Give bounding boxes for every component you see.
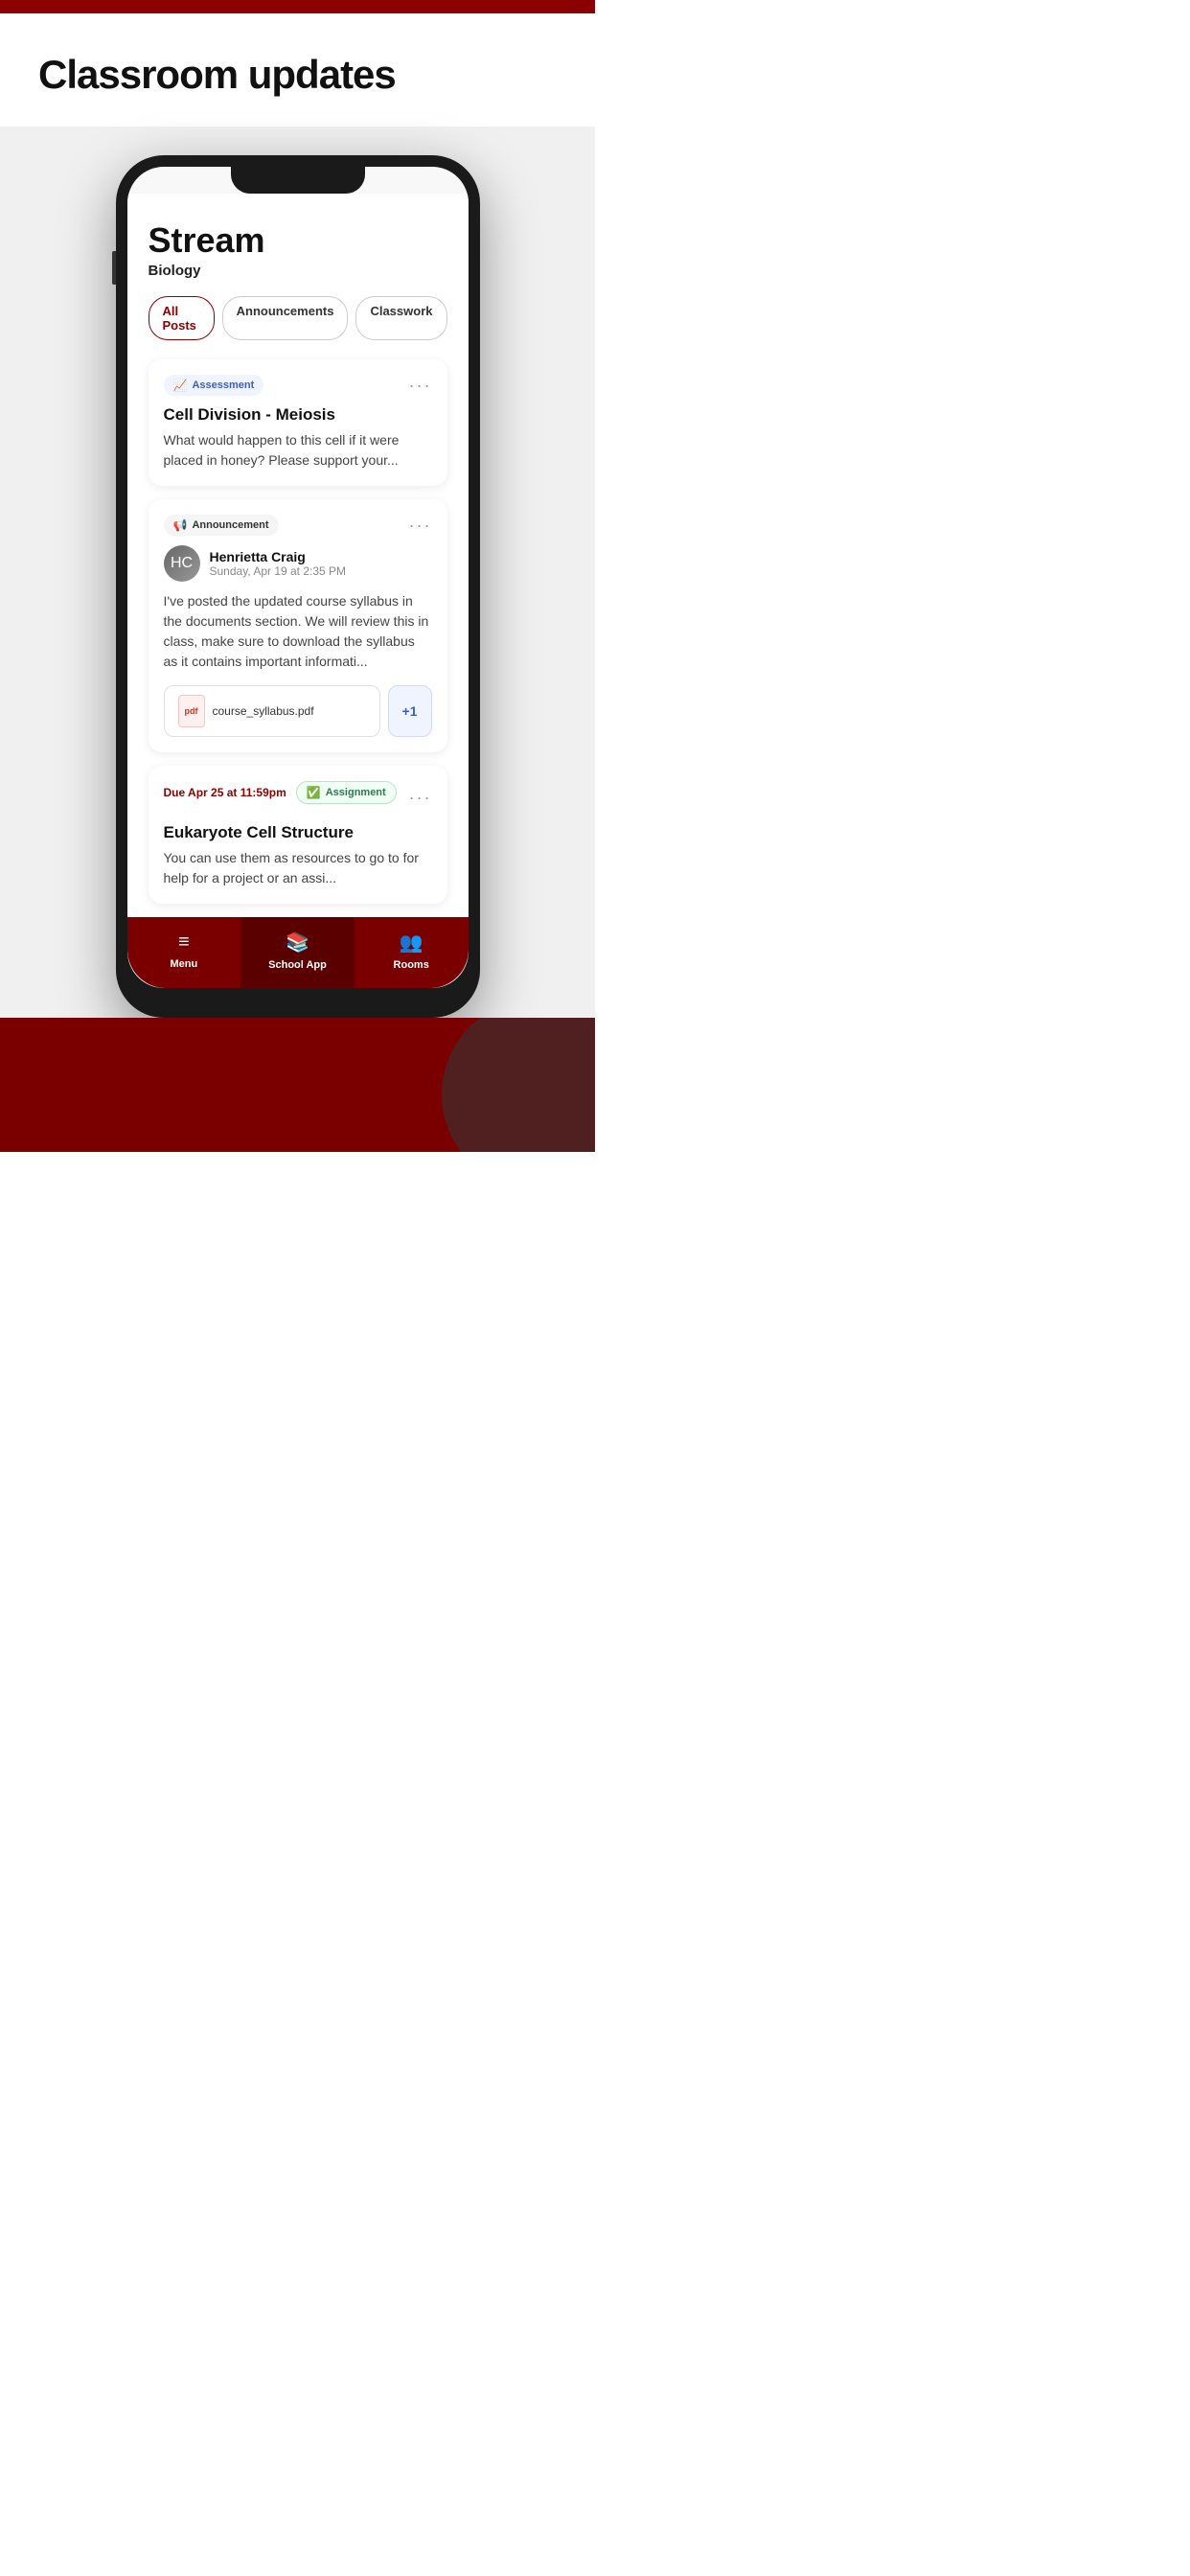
assignment-badge: ✅ Assignment [296, 781, 397, 804]
author-info: Henrietta Craig Sunday, Apr 19 at 2:35 P… [210, 549, 347, 578]
screen-content: Stream Biology All Posts Announcements C… [127, 194, 469, 917]
tab-announcements[interactable]: Announcements [222, 296, 349, 340]
announcement-badge: 📢 Announcement [164, 515, 279, 536]
assignment-more-icon[interactable]: ··· [409, 788, 432, 808]
announcement-body: I've posted the updated course syllabus … [164, 591, 432, 672]
pdf-icon: pdf [178, 695, 205, 727]
school-app-icon: 📚 [286, 931, 309, 954]
avatar: HC [164, 545, 200, 582]
page-title: Classroom updates [0, 13, 595, 126]
nav-menu-label: Menu [170, 958, 197, 970]
due-row: Due Apr 25 at 11:59pm ✅ Assignment [164, 781, 397, 804]
assessment-icon: 📈 [173, 379, 188, 392]
author-name: Henrietta Craig [210, 549, 347, 564]
phone-notch [231, 167, 365, 194]
assignment-title: Eukaryote Cell Structure [164, 823, 432, 842]
due-label: Due Apr 25 at 11:59pm [164, 786, 286, 799]
bottom-section [0, 1018, 595, 1152]
mid-section: Stream Biology All Posts Announcements C… [0, 126, 595, 1018]
assignment-icon: ✅ [307, 786, 321, 799]
rooms-icon: 👥 [400, 931, 423, 954]
assignment-card[interactable]: Due Apr 25 at 11:59pm ✅ Assignment ··· E… [149, 766, 447, 904]
assignment-card-header: Due Apr 25 at 11:59pm ✅ Assignment ··· [164, 781, 432, 814]
bottom-nav: ≡ Menu 📚 School App 👥 Rooms [127, 917, 469, 988]
author-date: Sunday, Apr 19 at 2:35 PM [210, 564, 347, 578]
assessment-title: Cell Division - Meiosis [164, 405, 432, 425]
more-files-count: +1 [402, 703, 418, 719]
menu-icon: ≡ [178, 932, 190, 954]
phone-screen: Stream Biology All Posts Announcements C… [127, 167, 469, 988]
assessment-card[interactable]: 📈 Assessment ··· Cell Division - Meiosis… [149, 359, 447, 486]
assignment-body: You can use them as resources to go to f… [164, 848, 432, 888]
announcement-more-icon[interactable]: ··· [409, 516, 432, 536]
nav-school-app-label: School App [268, 959, 327, 971]
tab-classwork[interactable]: Classwork [355, 296, 446, 340]
assignment-badge-label: Assignment [326, 787, 386, 798]
tab-all-posts[interactable]: All Posts [149, 296, 215, 340]
nav-menu[interactable]: ≡ Menu [127, 917, 241, 988]
hero-section: Classroom updates [0, 13, 595, 126]
more-files-button[interactable]: +1 [388, 685, 432, 737]
assessment-badge-label: Assessment [192, 380, 254, 391]
more-options-icon[interactable]: ··· [409, 376, 432, 396]
phone-frame: Stream Biology All Posts Announcements C… [116, 155, 480, 1018]
top-bar [0, 0, 595, 13]
nav-school-app[interactable]: 📚 School App [240, 917, 355, 988]
announcement-icon: 📢 [173, 518, 188, 532]
author-row: HC Henrietta Craig Sunday, Apr 19 at 2:3… [164, 545, 432, 582]
stream-title: Stream [149, 220, 447, 261]
pdf-attachment[interactable]: pdf course_syllabus.pdf [164, 685, 380, 737]
nav-rooms-label: Rooms [394, 959, 429, 971]
page-container: Classroom updates Stream Biology All Pos… [0, 0, 595, 1288]
subject-label: Biology [149, 263, 447, 279]
nav-rooms[interactable]: 👥 Rooms [355, 917, 469, 988]
announcement-card[interactable]: 📢 Announcement ··· HC Henrietta Craig Su… [149, 499, 447, 752]
attachment-row: pdf course_syllabus.pdf +1 [164, 685, 432, 737]
filter-tabs: All Posts Announcements Classwork [149, 296, 447, 340]
announcement-card-header: 📢 Announcement ··· [164, 515, 432, 536]
assessment-badge: 📈 Assessment [164, 375, 264, 396]
attachment-name: course_syllabus.pdf [213, 704, 314, 718]
assessment-body: What would happen to this cell if it wer… [164, 430, 432, 471]
card-header: 📈 Assessment ··· [164, 375, 432, 396]
announcement-badge-label: Announcement [192, 519, 268, 531]
